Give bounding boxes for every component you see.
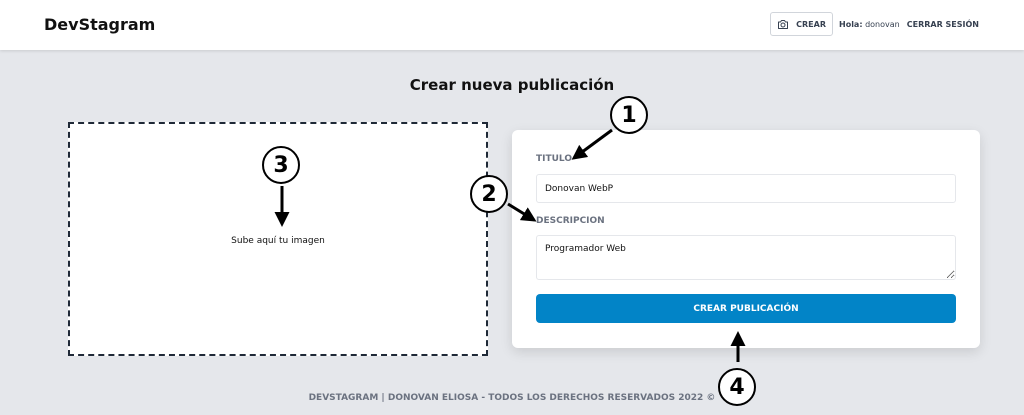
brand-logo[interactable]: DevStagram xyxy=(44,15,155,34)
footer: DEVSTAGRAM | DONOVAN ELIOSA - TODOS LOS … xyxy=(308,393,716,403)
dropzone-message: Sube aquí tu imagen xyxy=(231,236,325,246)
create-button[interactable]: CREAR xyxy=(770,12,833,36)
username: donovan xyxy=(865,19,900,29)
titulo-label: TITULO xyxy=(536,154,572,164)
descripcion-textarea[interactable]: Programador Web xyxy=(536,235,956,280)
create-button-label: CREAR xyxy=(796,19,826,29)
camera-icon xyxy=(778,19,789,29)
annotation-badge-3: 3 xyxy=(262,146,300,184)
descripcion-label: DESCRIPCION xyxy=(536,216,605,226)
logout-link[interactable]: CERRAR SESIÓN xyxy=(907,20,979,29)
page-title: Crear nueva publicación xyxy=(409,76,615,94)
annotation-badge-4: 4 xyxy=(718,368,756,406)
greeting-label: Hola: xyxy=(839,19,863,29)
annotation-badge-2: 2 xyxy=(470,175,508,213)
submit-button[interactable]: CREAR PUBLICACIÓN xyxy=(536,294,956,323)
titulo-input[interactable] xyxy=(536,174,956,203)
top-navbar: DevStagram CREAR Hola: donovan CERRAR SE… xyxy=(0,0,1024,50)
post-form: TITULO DESCRIPCION Programador Web CREAR… xyxy=(512,130,980,348)
annotation-badge-1: 1 xyxy=(610,96,648,134)
user-nav: CREAR Hola: donovan CERRAR SESIÓN xyxy=(770,12,979,36)
greeting: Hola: donovan xyxy=(839,20,900,29)
